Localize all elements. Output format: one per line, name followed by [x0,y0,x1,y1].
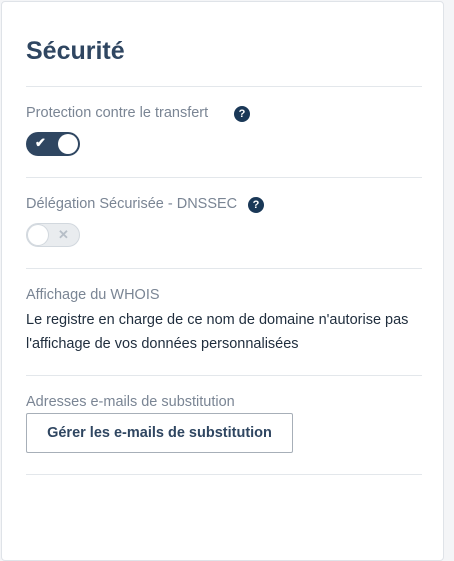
toggle-knob [28,225,48,245]
toggle-knob [58,134,78,154]
transfer-protection-help-icon[interactable]: ? [234,106,250,122]
divider [26,375,422,376]
section-title: Sécurité [26,37,125,65]
close-icon: ✕ [58,227,69,242]
whois-label: Affichage du WHOIS [26,287,160,303]
divider [26,86,422,87]
security-card: Sécurité Protection contre le transfert … [1,1,444,561]
divider [26,268,422,269]
divider [26,177,422,178]
whois-description: Le registre en charge de ce nom de domai… [26,312,409,352]
transfer-protection-label: Protection contre le transfert [26,105,209,121]
substitution-emails-label: Adresses e-mails de substitution [26,394,235,410]
check-icon: ✔ [35,135,46,150]
dnssec-toggle[interactable]: ✕ [26,223,80,247]
manage-substitution-emails-button[interactable]: Gérer les e-mails de substitution [26,413,293,453]
divider [26,474,422,475]
dnssec-help-icon[interactable]: ? [248,197,264,213]
dnssec-label: Délégation Sécurisée - DNSSEC [26,196,238,212]
transfer-protection-toggle[interactable]: ✔ [26,132,80,156]
